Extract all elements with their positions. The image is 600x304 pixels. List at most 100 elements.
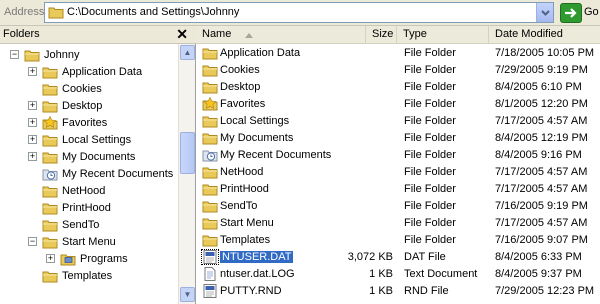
file-name: My Documents — [220, 132, 294, 144]
go-button[interactable] — [560, 3, 582, 23]
go-arrow-icon — [565, 8, 577, 18]
expand-icon[interactable]: + — [28, 135, 37, 144]
column-header-type[interactable]: Type — [397, 26, 489, 44]
file-date-modified: 8/4/2005 9:37 PM — [495, 268, 582, 280]
tree-item[interactable]: Cookies — [42, 80, 102, 97]
file-type: DAT File — [404, 251, 446, 263]
folder-icon — [202, 182, 218, 196]
file-row[interactable]: SendTo File Folder 7/16/2005 9:19 PM — [196, 198, 600, 215]
file-row[interactable]: Cookies File Folder 7/29/2005 9:19 PM — [196, 62, 600, 79]
file-date-modified: 8/4/2005 9:16 PM — [495, 149, 582, 161]
tree-item[interactable]: NetHood — [42, 182, 105, 199]
tree-item-label: Johnny — [44, 48, 80, 61]
file-type: File Folder — [404, 200, 456, 212]
file-type: File Folder — [404, 132, 456, 144]
scroll-down-icon[interactable]: ▼ — [180, 287, 195, 302]
tree-item[interactable]: − Johnny — [10, 46, 80, 63]
file-date-modified: 8/4/2005 6:33 PM — [495, 251, 582, 263]
file-row[interactable]: Start Menu File Folder 7/17/2005 4:57 AM — [196, 215, 600, 232]
expand-icon[interactable]: + — [46, 254, 55, 263]
file-row[interactable]: ntuser.dat.LOG 1 KB Text Document 8/4/2005 … — [196, 266, 600, 283]
column-header-name[interactable]: Name — [196, 26, 366, 44]
expand-icon[interactable]: + — [28, 118, 37, 127]
file-row[interactable]: Favorites File Folder 8/1/2005 12:20 PM — [196, 96, 600, 113]
sort-ascending-icon — [245, 33, 253, 38]
file-name: SendTo — [220, 200, 258, 212]
folder-tree-scrollbar[interactable]: ▲ ▼ — [178, 44, 195, 304]
file-name: Templates — [220, 234, 271, 246]
tree-item[interactable]: + Application Data — [28, 63, 142, 80]
folder-icon — [42, 133, 58, 147]
file-type: File Folder — [404, 81, 456, 93]
file-row[interactable]: Application Data File Folder 7/18/2005 10:… — [196, 45, 600, 62]
file-name: NetHood — [220, 166, 264, 178]
column-header-date[interactable]: Date Modified — [489, 26, 600, 44]
file-date-modified: 7/17/2005 4:57 AM — [495, 183, 588, 195]
tree-item[interactable]: SendTo — [42, 216, 99, 233]
folder-icon — [202, 199, 218, 213]
tree-item-label: Desktop — [62, 99, 103, 112]
address-dropdown-button[interactable] — [536, 3, 553, 22]
tree-item[interactable]: − Start Menu — [28, 233, 116, 250]
tree-item[interactable]: PrintHood — [42, 199, 111, 216]
column-headers: Name Size Type Date Modified — [196, 26, 600, 44]
file-date-modified: 7/16/2005 9:07 PM — [495, 234, 588, 246]
expand-icon[interactable]: + — [28, 101, 37, 110]
folder-icon — [42, 65, 58, 79]
scrollbar-thumb[interactable] — [180, 132, 195, 174]
folder-icon — [202, 216, 218, 230]
folder-icon — [42, 99, 58, 113]
close-icon[interactable]: ✕ — [176, 26, 188, 43]
folder-icon — [42, 201, 58, 215]
recent-docs-icon — [202, 148, 218, 162]
file-row[interactable]: NTUSER.DAT 3,072 KB DAT File 8/4/2005 6:33 … — [196, 249, 600, 266]
tree-item[interactable]: + My Documents — [28, 148, 135, 165]
file-row[interactable]: Desktop File Folder 8/4/2005 6:10 PM — [196, 79, 600, 96]
tree-item[interactable]: + Desktop — [28, 97, 103, 114]
address-bar: Address C:\Documents and Settings\Johnny… — [0, 0, 600, 26]
file-type: File Folder — [404, 47, 456, 59]
file-row[interactable]: NetHood File Folder 7/17/2005 4:57 AM — [196, 164, 600, 181]
folder-icon — [42, 82, 58, 96]
address-path[interactable]: C:\Documents and Settings\Johnny — [67, 6, 239, 18]
column-header-size[interactable]: Size — [366, 26, 397, 44]
file-row[interactable]: PrintHood File Folder 7/17/2005 4:57 AM — [196, 181, 600, 198]
folder-icon — [202, 131, 218, 145]
tree-item[interactable]: + Local Settings — [28, 131, 131, 148]
tree-item[interactable]: My Recent Documents — [42, 165, 173, 182]
file-row[interactable]: Local Settings File Folder 7/17/2005 4:57 … — [196, 113, 600, 130]
star-folder-icon — [42, 115, 58, 130]
tree-item-label: Programs — [80, 252, 128, 265]
folder-icon — [42, 184, 58, 198]
file-type: File Folder — [404, 183, 456, 195]
programs-icon — [60, 252, 76, 266]
expand-icon[interactable]: + — [28, 152, 37, 161]
expand-icon[interactable]: + — [28, 67, 37, 76]
text-file-icon — [202, 267, 218, 281]
address-label: Address — [4, 6, 45, 18]
collapse-icon[interactable]: − — [10, 50, 19, 59]
file-name: PUTTY.RND — [220, 285, 282, 297]
folder-icon — [202, 233, 218, 247]
file-type: File Folder — [404, 64, 456, 76]
folder-icon — [202, 114, 218, 128]
tree-item[interactable]: Templates — [42, 267, 112, 284]
folder-icon — [42, 235, 58, 249]
tree-item-label: Cookies — [62, 82, 102, 95]
folders-pane: Folders ✕ − Johnny + Application Data Cookie… — [0, 26, 196, 304]
file-name: PrintHood — [220, 183, 269, 195]
address-input[interactable]: C:\Documents and Settings\Johnny — [44, 2, 554, 23]
file-row[interactable]: PUTTY.RND 1 KB RND File 7/29/2005 12:23 PM — [196, 283, 600, 300]
folder-icon — [42, 150, 58, 164]
file-date-modified: 7/17/2005 4:57 AM — [495, 166, 588, 178]
tree-item[interactable]: + Programs — [46, 250, 128, 267]
tree-item-label: My Recent Documents — [62, 167, 174, 180]
file-row[interactable]: My Documents File Folder 8/4/2005 12:19 PM — [196, 130, 600, 147]
go-label[interactable]: Go — [584, 6, 599, 18]
collapse-icon[interactable]: − — [28, 237, 37, 246]
file-row[interactable]: My Recent Documents File Folder 8/4/2005 9… — [196, 147, 600, 164]
file-row[interactable]: Templates File Folder 7/16/2005 9:07 PM — [196, 232, 600, 249]
tree-item[interactable]: + Favorites — [28, 114, 107, 131]
scroll-up-icon[interactable]: ▲ — [180, 45, 195, 60]
file-date-modified: 8/4/2005 6:10 PM — [495, 81, 582, 93]
